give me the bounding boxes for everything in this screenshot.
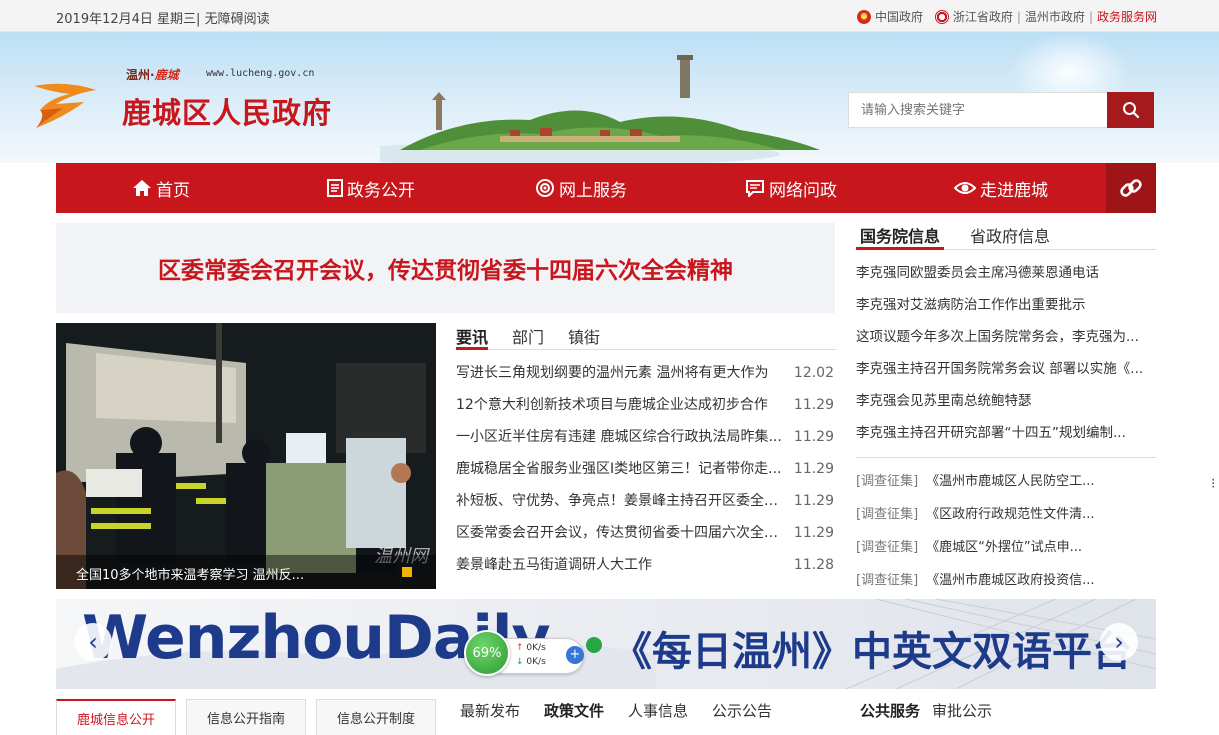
- photo-caption-bar: 全国10多个地市来温考察学习 温州反...: [56, 555, 436, 589]
- news-item[interactable]: 写进长三角规划纲要的温州元素 温州将有更大作为 12.02: [456, 357, 836, 389]
- news-item[interactable]: 12个意大利创新技术项目与鹿城企业达成初步合作 11.29: [456, 389, 836, 421]
- national-emblem-icon: [857, 9, 872, 24]
- tab-approval-notice[interactable]: 审批公示: [932, 700, 992, 721]
- list-item[interactable]: 李克强对艾滋病防治工作作出重要批示: [856, 289, 1156, 321]
- link-zhejiang-gov[interactable]: 浙江省政府: [953, 8, 1013, 25]
- banner-next-button[interactable]: ›: [1100, 623, 1138, 661]
- upload-speed: 0K/s: [516, 643, 545, 653]
- download-speed: 0K/s: [516, 657, 545, 667]
- site-logo-icon[interactable]: [26, 76, 106, 136]
- photo-caption[interactable]: 全国10多个地市来温考察学习 温州反...: [76, 564, 304, 583]
- search-button[interactable]: [1107, 92, 1154, 128]
- news-list: 写进长三角规划纲要的温州元素 温州将有更大作为 12.02 12个意大利创新技术项…: [456, 357, 836, 581]
- survey-item[interactable]: [调查征集] 《温州市鹿城区政府投资信...: [856, 564, 1156, 597]
- nav-gov-affairs[interactable]: 政务公开: [266, 163, 476, 213]
- tab-policy-docs[interactable]: 政策文件: [544, 700, 604, 721]
- nav-about-lucheng[interactable]: 走进鹿城: [896, 163, 1106, 213]
- nav-online-service[interactable]: 网上服务: [476, 163, 686, 213]
- state-council-list: 李克强同欧盟委员会主席冯德莱恩通电话 李克强对艾滋病防治工作作出重要批示 这项议…: [856, 257, 1156, 449]
- landscape-illustration: [380, 55, 820, 163]
- release-tabs: 最新发布 政策文件 人事信息 公示公告: [460, 700, 772, 721]
- site-url: www.lucheng.gov.cn: [206, 68, 315, 79]
- side-scroll-handle[interactable]: ⁝: [1211, 476, 1219, 500]
- accelerate-icon[interactable]: +: [566, 646, 584, 664]
- link-icon: [1120, 179, 1142, 197]
- accessible-reading-link[interactable]: 无障碍阅读: [205, 12, 270, 27]
- brand-small: 温州·鹿城: [126, 68, 179, 82]
- banner-prev-button[interactable]: ‹: [74, 623, 112, 661]
- news-item[interactable]: 鹿城稳居全省服务业强区Ⅰ类地区第三！记者带你走... 11.29: [456, 453, 836, 485]
- service-tabs: 公共服务 审批公示: [860, 700, 992, 721]
- top-bar: 2019年12月4日 星期三| 无障碍阅读 中国政府 浙江省政府 | 温州市政府…: [0, 0, 1219, 32]
- headline-text: 区委常委会召开会议，传达贯彻省委十四届六次全会精神: [158, 258, 733, 284]
- list-item[interactable]: 李克强主持召开研究部署“十四五”规划编制...: [856, 417, 1156, 449]
- document-icon: [327, 179, 343, 197]
- tab-key-news[interactable]: 要讯: [456, 318, 489, 350]
- info-disclosure-tabs: 鹿城信息公开 信息公开指南 信息公开制度: [56, 699, 436, 735]
- date-bar: 2019年12月4日 星期三| 无障碍阅读: [56, 12, 270, 27]
- broadcast-icon: [536, 179, 554, 197]
- tab-latest-release[interactable]: 最新发布: [460, 700, 520, 721]
- news-item[interactable]: 一小区近半住房有违建 鹿城区综合行政执法局昨集... 11.29: [456, 421, 836, 453]
- search-icon: [1122, 102, 1139, 119]
- chevron-right-icon: ›: [1114, 628, 1124, 656]
- survey-item[interactable]: [调查征集] 《鹿城区“外摆位”试点申...: [856, 531, 1156, 564]
- nav-home[interactable]: 首页: [56, 163, 266, 213]
- news-tabs: 要讯 部门 镇街: [456, 318, 836, 350]
- survey-item[interactable]: [调查征集] 《温州市鹿城区人民防空工...: [856, 465, 1156, 498]
- chevron-left-icon: ‹: [88, 628, 98, 656]
- banner-indicator-dot[interactable]: [586, 637, 602, 653]
- link-china-gov[interactable]: 中国政府: [875, 8, 923, 25]
- survey-list: [调查征集] 《温州市鹿城区人民防空工... [调查征集] 《区政府行政规范性文件清…: [856, 465, 1156, 597]
- tab-disclosure-guide[interactable]: 信息公开指南: [186, 699, 306, 735]
- nav-links-button[interactable]: [1106, 163, 1156, 213]
- news-photo[interactable]: 温州网 全国10多个地市来温考察学习 温州反...: [56, 323, 436, 589]
- zhejiang-emblem-icon: [934, 9, 949, 24]
- site-header: 温州·鹿城 www.lucheng.gov.cn 鹿城区人民政府: [0, 32, 1219, 163]
- memory-usage-indicator[interactable]: 69%: [464, 630, 510, 676]
- list-item[interactable]: 这项议题今年多次上国务院常务会，李克强为...: [856, 321, 1156, 353]
- tab-departments[interactable]: 部门: [512, 318, 544, 349]
- list-item[interactable]: 李克强主持召开国务院常务会议 部署以实施《...: [856, 353, 1156, 385]
- chat-icon: [746, 180, 764, 197]
- survey-item[interactable]: [调查征集] 《区政府行政规范性文件清...: [856, 498, 1156, 531]
- site-title[interactable]: 鹿城区人民政府: [122, 90, 332, 132]
- news-item[interactable]: 区委常委会召开会议，传达贯彻省委十四届六次全会... 11.29: [456, 517, 836, 549]
- tab-announcements[interactable]: 公示公告: [712, 700, 772, 721]
- nav-online-inquiry[interactable]: 网络问政: [686, 163, 896, 213]
- link-wenzhou-gov[interactable]: 温州市政府: [1025, 8, 1085, 25]
- news-item[interactable]: 补短板、守优势、争亮点！姜景峰主持召开区委全面... 11.29: [456, 485, 836, 517]
- main-nav: 首页 政务公开 网上服务 网络问政 走进鹿城: [56, 163, 1156, 213]
- wenzhou-daily-banner[interactable]: WenzhouDaily 《每日温州》中英文双语平台 ‹ ›: [56, 599, 1156, 689]
- current-date: 2019年12月4日 星期三: [56, 12, 197, 27]
- headline-banner[interactable]: 区委常委会召开会议，传达贯彻省委十四届六次全会精神: [56, 223, 835, 313]
- link-service-net[interactable]: 政务服务网: [1097, 8, 1157, 25]
- eye-icon: [954, 182, 976, 194]
- search-input[interactable]: [849, 93, 1107, 127]
- tab-towns[interactable]: 镇街: [568, 318, 600, 349]
- list-item[interactable]: 李克强同欧盟委员会主席冯德莱恩通电话: [856, 257, 1156, 289]
- news-item[interactable]: 姜景峰赴五马街道调研人大工作 11.28: [456, 549, 836, 581]
- slide-indicator[interactable]: [402, 567, 412, 577]
- gov-links: 中国政府 浙江省政府 | 温州市政府 | 政务服务网: [857, 8, 1157, 25]
- tab-personnel-info[interactable]: 人事信息: [628, 700, 688, 721]
- list-item[interactable]: 李克强会见苏里南总统鲍特瑟: [856, 385, 1156, 417]
- tab-public-service[interactable]: 公共服务: [860, 700, 920, 721]
- network-speed-widget[interactable]: 69% 0K/s 0K/s +: [464, 630, 586, 678]
- search-field: [848, 92, 1108, 128]
- right-tabs: 国务院信息 省政府信息: [856, 218, 1156, 250]
- banner-chinese-title: 《每日温州》中英文双语平台: [612, 628, 1132, 675]
- divider: [856, 457, 1156, 458]
- tab-disclosure-system[interactable]: 信息公开制度: [316, 699, 436, 735]
- tab-state-council[interactable]: 国务院信息: [856, 218, 945, 250]
- tab-lucheng-info[interactable]: 鹿城信息公开: [56, 699, 176, 735]
- tab-province-gov[interactable]: 省政府信息: [966, 218, 1054, 249]
- home-icon: [133, 180, 151, 196]
